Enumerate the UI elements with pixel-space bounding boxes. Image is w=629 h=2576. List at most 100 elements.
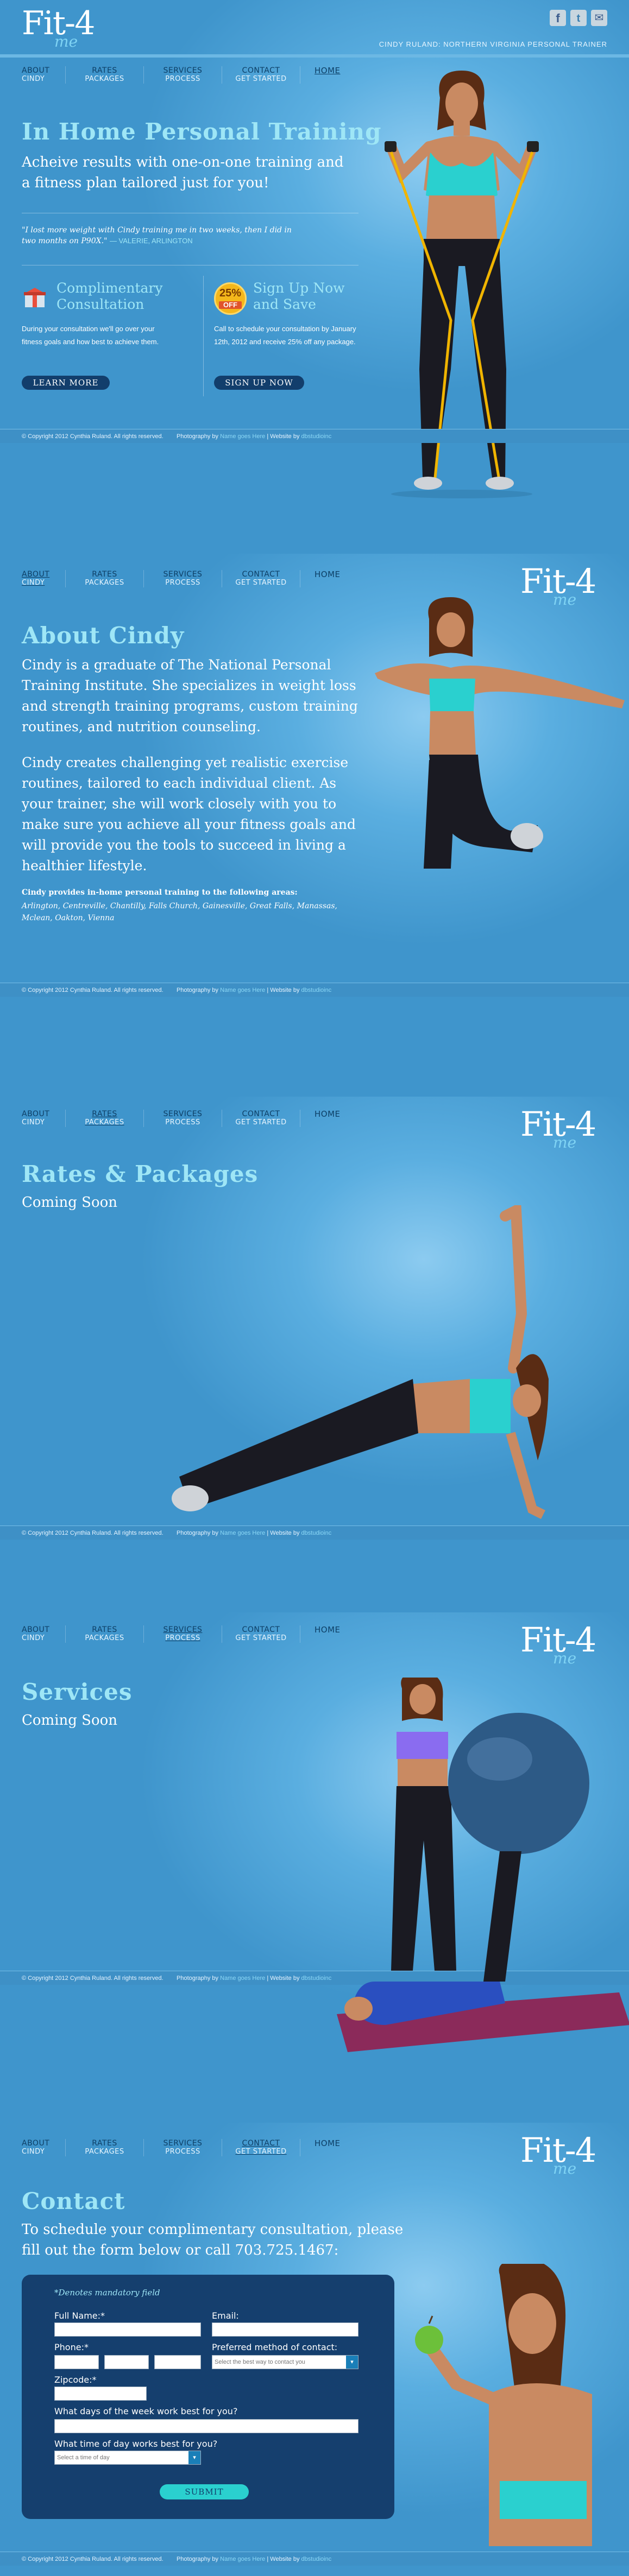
photo-credit-link[interactable]: Name goes Here (220, 2556, 265, 2562)
submit-button[interactable]: SUBMIT (160, 2484, 249, 2499)
site-credit-link[interactable]: dbstudioinc (301, 2556, 332, 2562)
zipcode-label: Zipcode:* (54, 2375, 97, 2385)
logo[interactable]: Fit-4 me (22, 4, 114, 59)
nav-rates[interactable]: RATES PACKAGES (65, 66, 143, 84)
nav-home[interactable]: HOME (300, 1625, 378, 1643)
photo-credit-link[interactable]: Name goes Here (220, 987, 265, 993)
preferred-contact-select[interactable]: Select the best way to contact you ▾ (212, 2355, 358, 2369)
nav-about[interactable]: ABOUT CINDY (22, 1625, 65, 1643)
nav-services[interactable]: SERVICES PROCESS (143, 2139, 222, 2156)
nav-contact[interactable]: CONTACT GET STARTED (222, 66, 300, 84)
divider-vert (203, 276, 204, 396)
nav-about[interactable]: ABOUT CINDY (22, 66, 65, 84)
trainer-photo (158, 1202, 570, 1553)
learn-more-button[interactable]: LEARN MORE (22, 376, 110, 390)
logo[interactable]: Fit-4 me (520, 1104, 607, 1159)
nav-home[interactable]: HOME (300, 1110, 378, 1127)
nav-services[interactable]: SERVICES PROCESS (143, 66, 222, 84)
full-name-input[interactable] (54, 2322, 201, 2337)
nav-services[interactable]: SERVICES PROCESS (143, 570, 222, 587)
sign-up-button[interactable]: SIGN UP NOW (214, 376, 304, 390)
site-credit-link[interactable]: dbstudioinc (301, 433, 332, 440)
days-input[interactable] (54, 2419, 358, 2433)
email-icon[interactable]: ✉ (591, 10, 607, 26)
nav-services[interactable]: SERVICES PROCESS (143, 1110, 222, 1127)
email-label: Email: (212, 2311, 239, 2321)
services-section: ABOUT CINDY RATES PACKAGES SERVICES PROCESS… (0, 1612, 629, 2123)
footer: © Copyright 2012 Cynthia Ruland. All rig… (0, 983, 629, 997)
nav-services[interactable]: SERVICES PROCESS (143, 1625, 222, 1643)
nav-contact[interactable]: CONTACT GET STARTED (222, 2139, 300, 2156)
contact-form: *Denotes mandatory field Full Name:* Ema… (22, 2275, 394, 2519)
nav-rates[interactable]: RATES PACKAGES (65, 2139, 143, 2156)
discount-badge: 25% OFF (214, 282, 247, 315)
promo1-title: Complimentary Consultation (56, 280, 163, 312)
logo-sub: me (54, 33, 78, 50)
testimonial-author: — VALERIE, ARLINGTON (109, 237, 193, 245)
main-nav: ABOUT CINDY RATES PACKAGES SERVICES PROCESS… (22, 570, 378, 587)
preferred-contact-label: Preferred method of contact: (212, 2342, 338, 2352)
main-nav: ABOUT CINDY RATES PACKAGES SERVICES PROCESS… (22, 2139, 378, 2156)
logo[interactable]: Fit-4 me (520, 2130, 607, 2185)
nav-about[interactable]: ABOUT CINDY (22, 2139, 65, 2156)
social-links: f t ✉ (550, 10, 607, 26)
copyright: © Copyright 2012 Cynthia Ruland. All rig… (22, 1975, 163, 1982)
nav-home[interactable]: HOME (300, 570, 378, 587)
copyright: © Copyright 2012 Cynthia Ruland. All rig… (22, 1530, 163, 1536)
main-nav: ABOUT CINDY RATES PACKAGES SERVICES PROCESS… (22, 66, 378, 84)
areas-label: Cindy provides in-home personal training… (22, 888, 298, 897)
copyright: © Copyright 2012 Cynthia Ruland. All rig… (22, 2556, 163, 2562)
gift-icon (22, 286, 48, 309)
testimonial-quote: "I lost more weight with Cindy training … (22, 226, 292, 245)
nav-contact[interactable]: CONTACT GET STARTED (222, 1110, 300, 1127)
trainer-photo (413, 2258, 608, 2546)
twitter-icon[interactable]: t (570, 10, 587, 26)
phone-prefix-input[interactable] (104, 2355, 149, 2369)
contact-title: Contact (22, 2188, 125, 2214)
zipcode-input[interactable] (54, 2387, 147, 2401)
nav-rates[interactable]: RATES PACKAGES (65, 570, 143, 587)
trainer-photo (326, 1672, 629, 2058)
contact-section: ABOUT CINDY RATES PACKAGES SERVICES PROCESS… (0, 2123, 629, 2576)
main-nav: ABOUT CINDY RATES PACKAGES SERVICES PROCESS… (22, 1625, 378, 1643)
promo2-text: Call to schedule your consultation by Ja… (214, 325, 356, 346)
phone-area-input[interactable] (54, 2355, 99, 2369)
chevron-down-icon: ▾ (188, 2451, 200, 2464)
nav-contact[interactable]: CONTACT GET STARTED (222, 570, 300, 587)
nav-home[interactable]: HOME (300, 66, 378, 84)
copyright: © Copyright 2012 Cynthia Ruland. All rig… (22, 987, 163, 993)
facebook-icon[interactable]: f (550, 10, 566, 26)
footer: © Copyright 2012 Cynthia Ruland. All rig… (0, 429, 629, 443)
nav-rates[interactable]: RATES PACKAGES (65, 1110, 143, 1127)
rates-section: ABOUT CINDY RATES PACKAGES SERVICES PROCESS… (0, 1097, 629, 1612)
rates-subtitle: Coming Soon (22, 1194, 118, 1211)
tagline: CINDY RULAND: NORTHERN VIRGINIA PERSONAL… (379, 40, 607, 48)
rates-title: Rates & Packages (22, 1161, 259, 1187)
site-credit-link[interactable]: dbstudioinc (301, 987, 332, 993)
services-title: Services (22, 1679, 133, 1705)
nav-about[interactable]: ABOUT CINDY (22, 1110, 65, 1127)
logo[interactable]: Fit-4 me (520, 1620, 607, 1674)
nav-rates[interactable]: RATES PACKAGES (65, 1625, 143, 1643)
site-credit-link[interactable]: dbstudioinc (301, 1530, 332, 1536)
about-paragraph-2: Cindy creates challenging yet realistic … (22, 755, 356, 874)
home-section: Fit-4 me f t ✉ CINDY RULAND: NORTHERN VI… (0, 0, 629, 554)
photo-credit-link[interactable]: Name goes Here (220, 1975, 265, 1982)
photo-credit-link[interactable]: Name goes Here (220, 433, 265, 440)
services-subtitle: Coming Soon (22, 1712, 118, 1729)
nav-contact[interactable]: CONTACT GET STARTED (222, 1625, 300, 1643)
about-section: ABOUT CINDY RATES PACKAGES SERVICES PROCESS… (0, 554, 629, 1097)
promo-consultation: Complimentary Consultation During your c… (22, 280, 196, 394)
about-title: About Cindy (22, 622, 185, 649)
page-title: In Home Personal Training (22, 118, 382, 145)
full-name-label: Full Name:* (54, 2311, 105, 2321)
chevron-down-icon: ▾ (346, 2356, 358, 2369)
days-label: What days of the week work best for you? (54, 2406, 238, 2416)
photo-credit-link[interactable]: Name goes Here (220, 1530, 265, 1536)
promo1-text: During your consultation we'll go over y… (22, 325, 159, 346)
nav-home[interactable]: HOME (300, 2139, 378, 2156)
time-select[interactable]: Select a time of day ▾ (54, 2451, 201, 2465)
email-input[interactable] (212, 2322, 358, 2337)
nav-about[interactable]: ABOUT CINDY (22, 570, 65, 587)
phone-line-input[interactable] (154, 2355, 201, 2369)
